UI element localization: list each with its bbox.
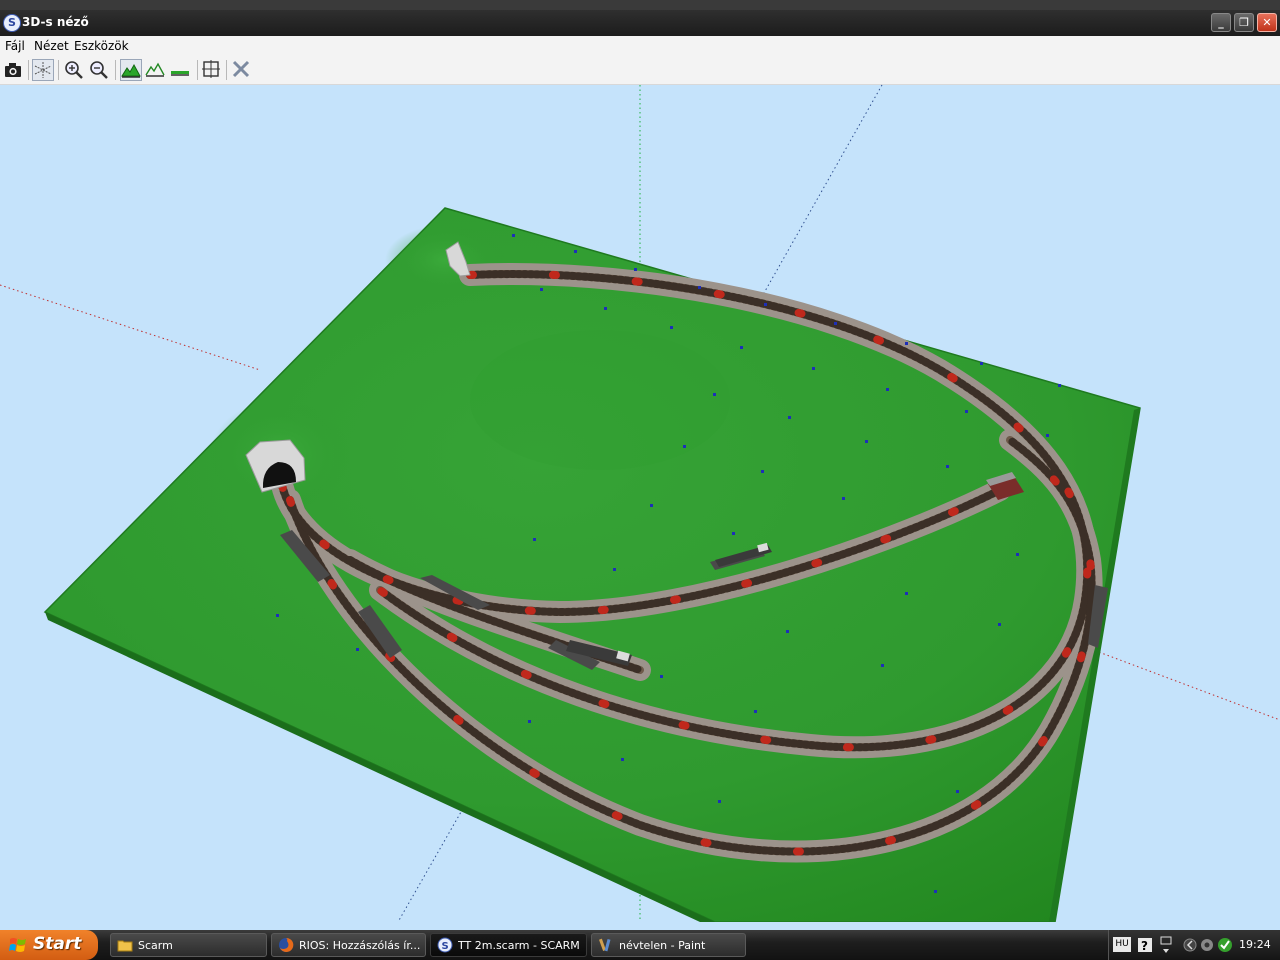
task-firefox[interactable]: RIOS: Hozzászólás ír... (271, 933, 426, 957)
camera-icon[interactable] (2, 59, 24, 81)
zoom-in-icon[interactable] (63, 59, 85, 81)
menu-tools[interactable]: Eszközök (74, 39, 129, 53)
security-icon[interactable] (1217, 936, 1233, 954)
svg-text:?: ? (1141, 939, 1148, 953)
task-scarm-folder[interactable]: Scarm (110, 933, 267, 957)
windows-logo-icon (9, 938, 26, 952)
display-icon[interactable] (1159, 935, 1173, 955)
hill (470, 330, 730, 470)
axes-toggle-icon[interactable] (32, 59, 54, 81)
scarm-icon: S (437, 937, 453, 953)
system-tray: HU ? 19:24 (1108, 930, 1280, 960)
menu-file[interactable]: Fájl (5, 39, 25, 53)
task-label: TT 2m.scarm - SCARM (458, 939, 580, 952)
folder-icon (117, 940, 133, 952)
restore-button[interactable]: ❐ (1234, 13, 1254, 32)
terrain-high-icon[interactable] (120, 59, 142, 81)
toolbar-separator (115, 60, 116, 80)
start-button[interactable]: Start (0, 930, 98, 960)
zoom-out-icon[interactable] (88, 59, 110, 81)
toolbar (0, 56, 1280, 85)
window-title: 3D-s néző (22, 15, 89, 29)
scarm-app-icon[interactable]: S (3, 14, 21, 32)
fit-view-icon[interactable] (201, 59, 223, 81)
svg-text:S: S (442, 941, 449, 952)
network-icon[interactable] (1199, 936, 1215, 954)
toolbar-separator (197, 60, 198, 80)
toolbar-separator (226, 60, 227, 80)
start-label: Start (33, 934, 82, 954)
close-view-icon[interactable] (231, 59, 253, 81)
desktop-top-strip (0, 0, 1280, 10)
close-button[interactable]: ✕ (1257, 13, 1277, 32)
task-scarm[interactable]: S TT 2m.scarm - SCARM (430, 933, 587, 957)
terrain-flat-icon[interactable] (170, 59, 192, 81)
menu-view[interactable]: Nézet (34, 39, 69, 53)
task-paint[interactable]: névtelen - Paint (591, 933, 746, 957)
taskbar: Start Scarm RIOS: Hozzászólás ír... S TT… (0, 930, 1280, 960)
task-label: névtelen - Paint (619, 939, 706, 952)
terrain-outline-icon[interactable] (145, 59, 167, 81)
menu-bar: Fájl Nézet Eszközök (0, 36, 1280, 56)
firefox-icon (279, 937, 294, 952)
toolbar-separator (58, 60, 59, 80)
3d-viewport[interactable] (0, 84, 1280, 923)
task-label: RIOS: Hozzászólás ír... (299, 939, 420, 952)
language-indicator[interactable]: HU (1113, 937, 1131, 952)
window-title-bar[interactable]: S 3D-s néző _ ❐ ✕ (0, 10, 1280, 36)
clock[interactable]: 19:24 (1239, 938, 1271, 951)
show-hidden-icons-icon[interactable] (1183, 937, 1197, 953)
task-label: Scarm (138, 939, 173, 952)
help-icon[interactable]: ? (1137, 937, 1153, 953)
toolbar-separator (28, 60, 29, 80)
paint-icon (599, 938, 611, 952)
minimize-button[interactable]: _ (1211, 13, 1231, 32)
